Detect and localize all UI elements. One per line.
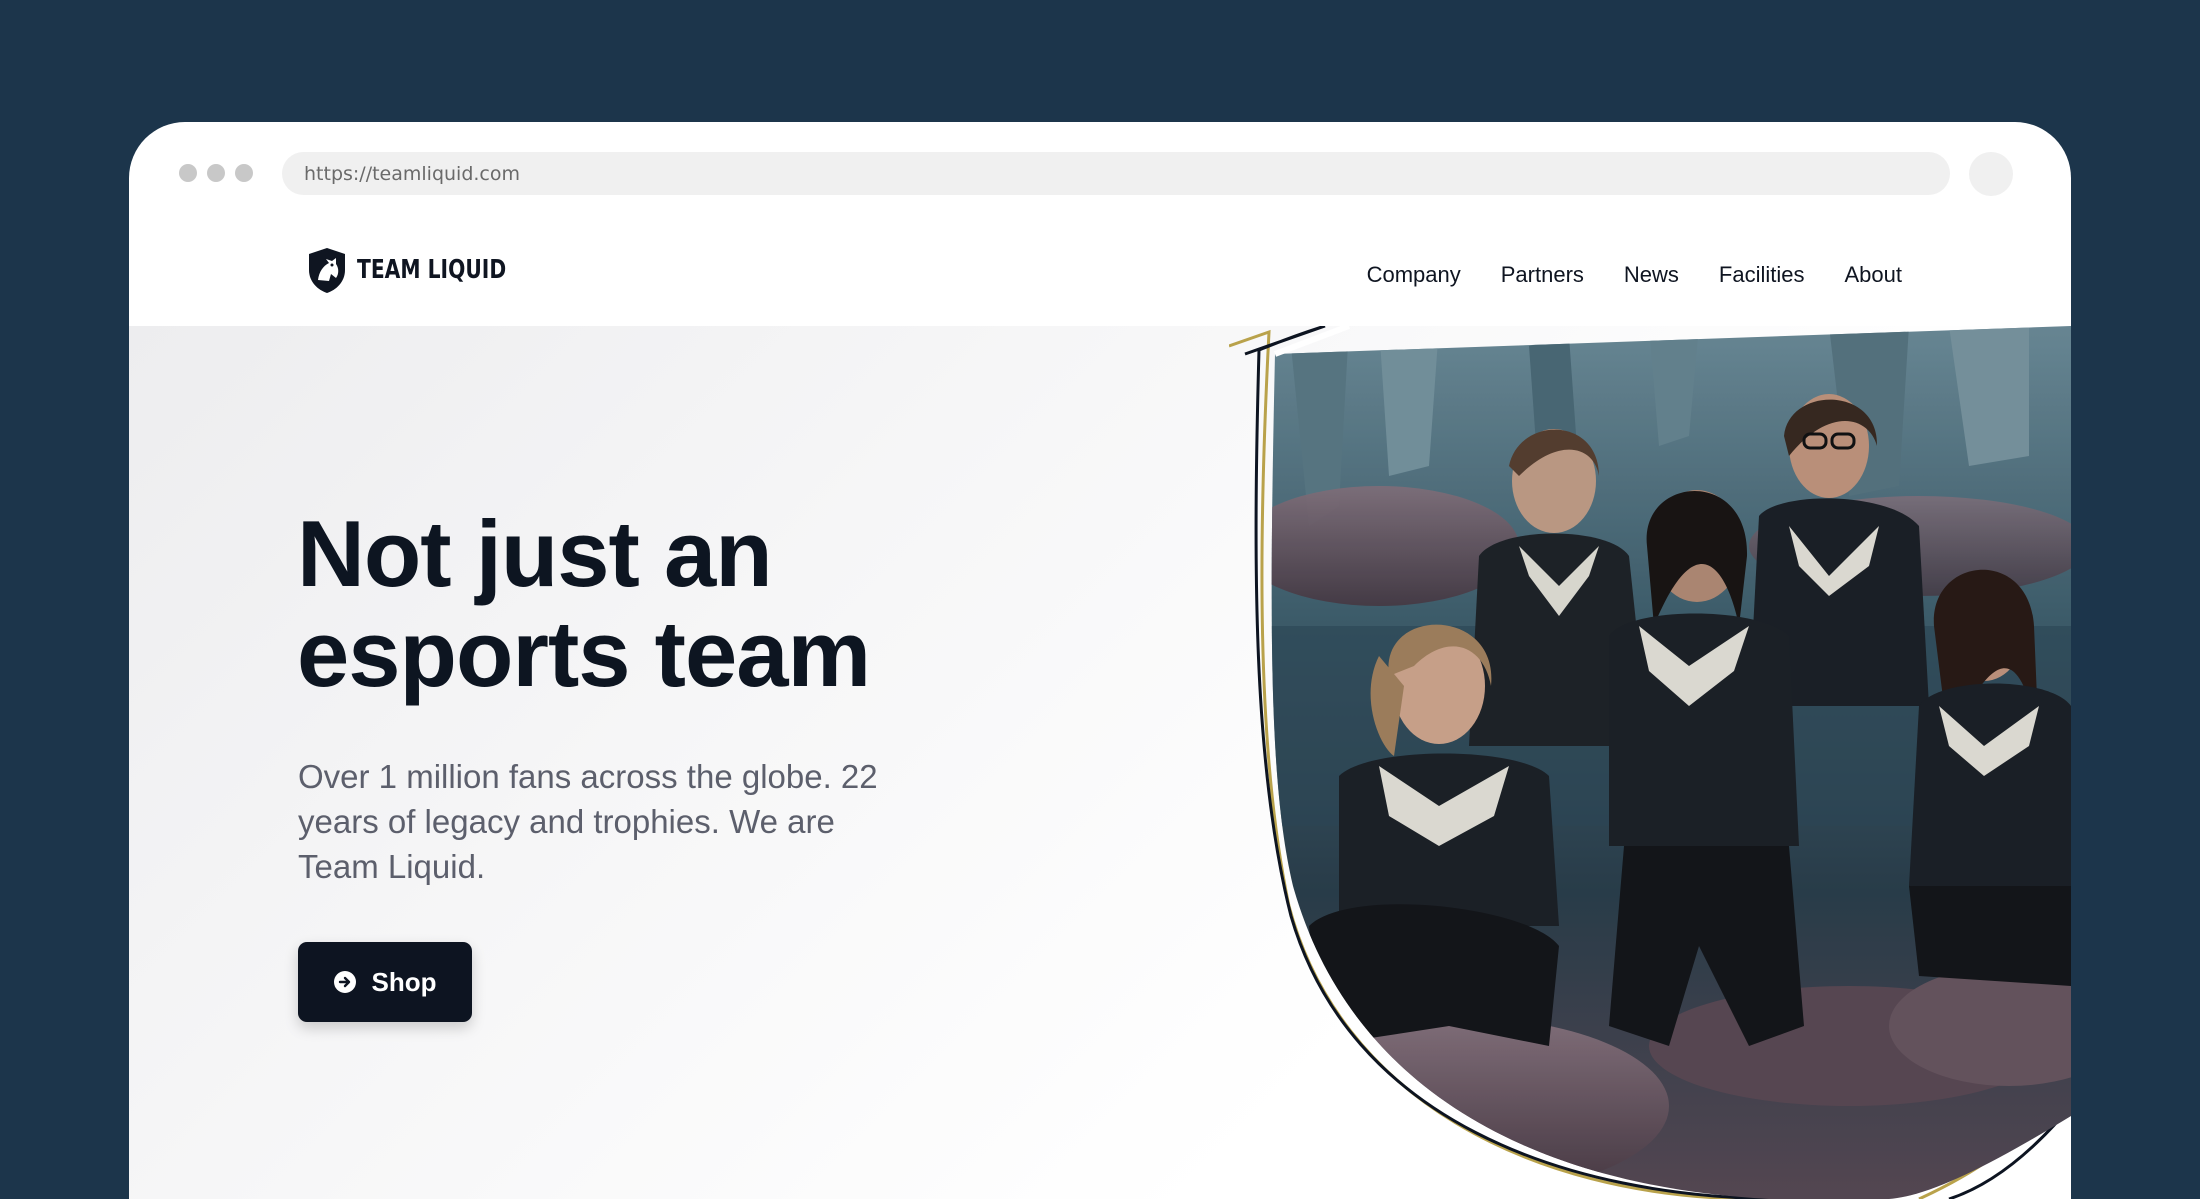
main-nav: Company Partners News Facilities About	[1367, 262, 1902, 288]
url-text: https://teamliquid.com	[304, 162, 521, 185]
site-logo[interactable]: TEAM LIQUID	[305, 246, 548, 294]
browser-window: https://teamliquid.com TEAM LIQUID Compa…	[129, 122, 2071, 1199]
nav-partners[interactable]: Partners	[1501, 262, 1584, 288]
hero-headline: Not just an esports team	[297, 504, 997, 704]
headline-line-2: esports team	[297, 601, 871, 706]
headline-line-1: Not just an	[297, 501, 773, 606]
nav-news[interactable]: News	[1624, 262, 1679, 288]
hero-subtext: Over 1 million fans across the globe. 22…	[298, 758, 878, 885]
window-controls	[179, 164, 253, 182]
logo-text: TEAM LIQUID	[357, 255, 507, 285]
shop-button[interactable]: Shop	[298, 942, 472, 1022]
minimize-dot-icon[interactable]	[207, 164, 225, 182]
shop-button-label: Shop	[371, 966, 437, 997]
arrow-right-circle-icon	[333, 971, 356, 993]
nav-facilities[interactable]: Facilities	[1719, 262, 1805, 288]
hero-image	[1229, 326, 2071, 1199]
maximize-dot-icon[interactable]	[235, 164, 253, 182]
profile-icon[interactable]	[1969, 152, 2013, 196]
close-dot-icon[interactable]	[179, 164, 197, 182]
page-content: TEAM LIQUID Company Partners News Facili…	[129, 226, 2071, 1199]
nav-about[interactable]: About	[1845, 262, 1903, 288]
horse-shield-icon	[309, 248, 345, 293]
address-bar[interactable]: https://teamliquid.com	[282, 152, 1950, 195]
nav-company[interactable]: Company	[1367, 262, 1461, 288]
site-header: TEAM LIQUID Company Partners News Facili…	[129, 226, 2071, 326]
